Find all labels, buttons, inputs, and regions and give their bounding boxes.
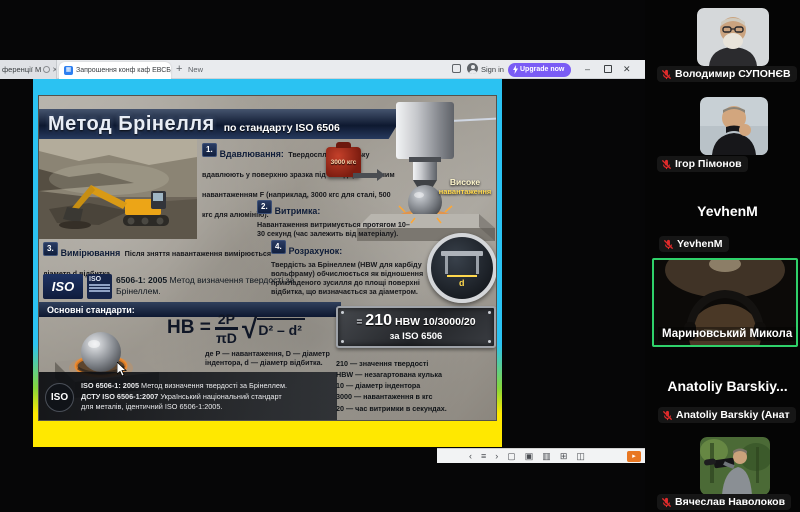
muted-mic-icon [663,239,674,250]
mouse-cursor [117,362,127,377]
legend-item: HBW — незагартована кулька [336,369,497,380]
legend-item: 210 — значення твердості [336,358,497,369]
participant-name-tile[interactable]: Anatoliy Barskiy... [655,378,800,394]
participant-name-badge: Ігор Пімонов [657,156,748,172]
active-speaker-tile[interactable]: Мариновський Микола [652,258,798,347]
slide-title: Метод Брінелля [48,113,215,136]
sign-in-button[interactable]: Sign in [481,65,504,74]
participant-name-tile[interactable]: YevhenM [655,203,800,219]
muted-mic-icon [661,69,672,80]
two-page-icon[interactable]: ▥ [542,450,551,463]
formula-lhs: HB = [167,317,211,339]
legend-item: 10 — діаметр індентора [336,380,497,391]
legend-item: 20 — час витримки в секундах. [336,403,497,414]
formula-radical: √ D² – d² [242,316,305,341]
grid-view-icon[interactable]: ⊞ [560,450,568,463]
participants-panel: Володимир СУПОНЄВ Ігор Пімонов YevhenM [645,0,800,512]
hbw-designation-plate: = 210 HBW 10/3000/20 за ISO 6506 [336,306,496,348]
restore-button[interactable] [604,65,612,73]
close-button[interactable]: ✕ [623,64,631,75]
muted-mic-icon [661,159,672,170]
iso-footer-text: ISO 6506-1: 2005 Метод визначення твердо… [81,381,287,413]
muted-mic-icon [661,497,672,508]
tab-audio-icon [43,66,50,73]
infographic-card: Метод Брінелля по стандарту ISO 6506 [38,95,497,421]
iso-standard-text: 6506-1: 2005 Метод визначення твердості … [116,275,296,296]
iso-standard-row: ISO ISO 6506-1: 2005 Метод визначення тв… [43,271,298,301]
prev-page-icon[interactable]: ‹ [469,450,472,463]
next-page-icon[interactable]: › [495,450,498,463]
participant-name-badge: Anatoliy Barskiy (Анат [658,407,796,423]
tab-close-icon[interactable]: ✕ [52,66,57,74]
tab-favicon: ▦ [64,66,73,75]
diameter-label: d [459,278,465,288]
muted-mic-icon [662,410,673,421]
active-speaker-name: Мариновський Микола [658,327,796,341]
new-tab-plus-icon[interactable]: + [176,62,182,77]
browser-tab-bar: ференції М ✕ ▦ Запрошення конф каф ЕВСБД… [0,60,645,79]
shared-slide: Метод Брінелля по стандарту ISO 6506 [33,79,502,447]
participant-name-badge: Вячеслав Наволоков [657,494,791,510]
upgrade-now-button[interactable]: Upgrade now [508,63,571,77]
legend-item: 3000 — навантаження в кгс [336,391,497,402]
profile-icon[interactable] [467,63,478,74]
participant-name-badge: Володимир СУПОНЄВ [657,66,797,82]
participant-video-tile[interactable] [700,437,770,495]
browser-tab-active[interactable]: ▦ Запрошення конф каф ЕВСБДМЗН [59,62,171,79]
iso-round-logo: ISO [45,383,74,412]
formula-fraction: 2P πD [215,312,238,345]
viewer-toolbar: ‹ ≡ › ▢ ▣ ▥ ⊞ ◫ ▸ [437,448,645,463]
participant-name-badge: YevhenM [659,236,729,252]
tab-label: ференції М [2,65,41,74]
tab-actions-icon[interactable] [452,64,461,73]
fullscreen-icon[interactable]: ◫ [576,450,585,463]
designation-legend: 210 — значення твердості HBW — незагарто… [336,358,497,414]
participant-video-tile[interactable] [700,97,768,155]
magnifier-detail: d [427,233,497,303]
thumbnails-icon[interactable]: ≡ [481,450,486,463]
zoom-meeting-window: ференції М ✕ ▦ Запрошення конф каф ЕВСБД… [0,0,800,512]
annotate-icon[interactable]: ▣ [525,450,534,463]
upgrade-label: Upgrade now [520,66,564,73]
step-number-badge: 2. [257,200,272,214]
iso-footer: ISO ISO 6506-1: 2005 Метод визначення тв… [39,372,337,421]
lightning-icon [513,65,518,74]
page-view-icon[interactable]: ▢ [507,450,516,463]
step-number-badge: 3. [43,242,58,256]
minimize-button[interactable]: – [585,64,590,75]
tab-label: Запрошення конф каф ЕВСБДМЗН [76,67,171,74]
step-number-badge: 1. [202,143,217,157]
step-number-badge: 4. [271,240,286,254]
present-button[interactable]: ▸ [627,451,641,462]
iso-logo: ISO [43,274,83,299]
iso-logo-small: ISO [87,274,112,299]
load-arrow-icon [353,173,377,178]
browser-tab-inactive[interactable]: ференції М ✕ [0,60,57,79]
hardness-value: 210 [365,312,392,330]
new-tab-label[interactable]: New [188,65,203,74]
high-load-label: Високе навантаження [433,178,497,196]
excavator-photo [39,139,197,239]
slide-subtitle: по стандарту ISO 6506 [224,122,340,134]
step-2-dwell: 2.Витримка: Навантаження витримується пр… [257,200,415,238]
participant-video-tile[interactable] [697,8,769,66]
